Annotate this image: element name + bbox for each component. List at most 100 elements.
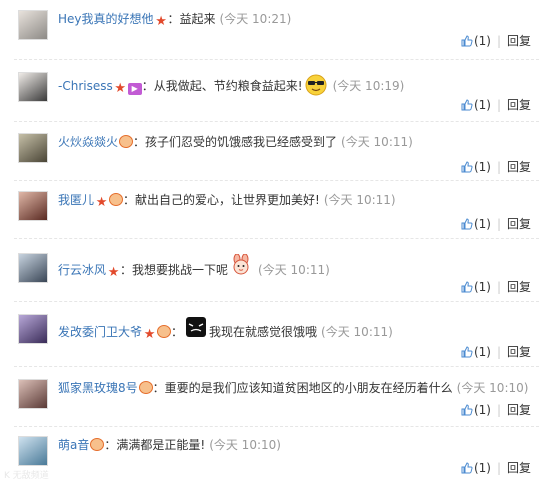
divider bbox=[14, 366, 539, 367]
username[interactable]: 狐家黑玫瑰8号 bbox=[58, 381, 138, 395]
like-button[interactable]: (1) bbox=[461, 217, 491, 231]
comment-actions: (1) | 回复 bbox=[461, 344, 531, 360]
thumbs-up-icon bbox=[461, 404, 473, 416]
thumbs-up-icon bbox=[461, 346, 473, 358]
like-button[interactable]: (1) bbox=[461, 345, 491, 359]
comment-list: Hey我真的好想他 ★：益起来 (今天 10:21) (1) | 回复 -Chrises… bbox=[0, 0, 553, 485]
avatar[interactable] bbox=[18, 314, 48, 344]
thumbs-up-icon bbox=[461, 462, 473, 474]
divider: | bbox=[496, 280, 501, 294]
level-badge-icon[interactable] bbox=[90, 438, 105, 451]
level-badge-icon[interactable] bbox=[138, 381, 153, 394]
comment-colon: ： bbox=[133, 135, 146, 149]
comment-actions: (1) | 回复 bbox=[461, 33, 531, 49]
username[interactable]: 发改委门卫大爷 bbox=[58, 325, 142, 339]
reply-button[interactable]: 回复 bbox=[507, 403, 531, 417]
comment-line: -Chrisess ★ ▶ ：从我做起、节约粮食益起来! (今天 10:19) bbox=[58, 74, 404, 96]
thumbs-up-icon bbox=[461, 161, 473, 173]
timestamp: (今天 10:11) bbox=[258, 263, 330, 277]
avatar[interactable] bbox=[18, 436, 48, 466]
divider bbox=[14, 180, 539, 181]
comment-colon: ： bbox=[120, 263, 133, 277]
comment-line: 行云冰风 ★：我想要挑战一下呢 (今天 10:11) bbox=[58, 254, 330, 279]
avatar[interactable] bbox=[18, 72, 48, 102]
like-count: (1) bbox=[473, 345, 491, 359]
star-badge-icon[interactable]: ★ bbox=[114, 82, 127, 95]
divider: | bbox=[496, 403, 501, 417]
timestamp: (今天 10:10) bbox=[456, 381, 529, 395]
timestamp: (今天 10:11) bbox=[341, 135, 413, 149]
reply-button[interactable]: 回复 bbox=[507, 461, 531, 475]
comment-text: 重要的是我们应该知道贫困地区的小朋友在经历着什么 bbox=[164, 381, 453, 395]
vip-badge-icon[interactable]: ▶ bbox=[127, 83, 142, 95]
divider: | bbox=[496, 34, 501, 48]
like-button[interactable]: (1) bbox=[461, 280, 491, 294]
comment-actions: (1) | 回复 bbox=[461, 216, 531, 232]
sunglasses-face-icon bbox=[305, 74, 327, 96]
like-count: (1) bbox=[473, 217, 491, 231]
comment-text: 我现在就感觉很饿哦 bbox=[209, 325, 318, 339]
like-button[interactable]: (1) bbox=[461, 34, 491, 48]
reply-button[interactable]: 回复 bbox=[507, 345, 531, 359]
watermark: K 无敌频道 bbox=[4, 471, 49, 481]
reply-button[interactable]: 回复 bbox=[507, 98, 531, 112]
level-badge-icon[interactable] bbox=[119, 135, 134, 148]
timestamp: (今天 10:19) bbox=[332, 79, 405, 93]
reply-button[interactable]: 回复 bbox=[507, 34, 531, 48]
like-count: (1) bbox=[473, 280, 491, 294]
star-badge-icon[interactable]: ★ bbox=[107, 266, 120, 279]
thumbs-up-icon bbox=[461, 281, 473, 293]
comment-colon: ： bbox=[167, 12, 180, 26]
like-count: (1) bbox=[473, 403, 491, 417]
comment-actions: (1) | 回复 bbox=[461, 402, 531, 418]
divider: | bbox=[496, 345, 501, 359]
level-badge-icon[interactable] bbox=[109, 193, 124, 206]
avatar[interactable] bbox=[18, 10, 48, 40]
star-badge-icon[interactable]: ★ bbox=[155, 15, 168, 28]
thumbs-up-icon bbox=[461, 218, 473, 230]
username[interactable]: Hey我真的好想他 bbox=[58, 12, 154, 26]
username[interactable]: -Chrisess bbox=[58, 79, 113, 93]
comment-actions: (1) | 回复 bbox=[461, 460, 531, 476]
like-button[interactable]: (1) bbox=[461, 98, 491, 112]
level-badge-icon[interactable] bbox=[157, 325, 172, 338]
comment-line: 狐家黑玫瑰8号 ：重要的是我们应该知道贫困地区的小朋友在经历着什么 (今天 10:1… bbox=[58, 379, 528, 397]
avatar[interactable] bbox=[18, 379, 48, 409]
comment-text: 我想要挑战一下呢 bbox=[132, 263, 229, 277]
thumbs-up-icon bbox=[461, 35, 473, 47]
comment-line: 萌a音 ：满满都是正能量! (今天 10:10) bbox=[58, 436, 281, 454]
reply-button[interactable]: 回复 bbox=[507, 280, 531, 294]
avatar[interactable] bbox=[18, 133, 48, 163]
divider: | bbox=[496, 461, 501, 475]
comment-colon: ： bbox=[123, 193, 136, 207]
divider bbox=[14, 59, 539, 60]
timestamp: (今天 10:21) bbox=[219, 12, 292, 26]
comment-colon: ： bbox=[104, 438, 117, 452]
black-cat-face-icon bbox=[186, 317, 207, 337]
timestamp: (今天 10:11) bbox=[321, 325, 393, 339]
comment-actions: (1) | 回复 bbox=[461, 159, 531, 175]
star-badge-icon[interactable]: ★ bbox=[143, 328, 156, 341]
username[interactable]: 行云冰风 bbox=[58, 263, 106, 277]
username[interactable]: 火炏焱燚火 bbox=[58, 135, 118, 149]
reply-button[interactable]: 回复 bbox=[507, 217, 531, 231]
comment-text: 献出自己的爱心，让世界更加美好! bbox=[135, 193, 320, 207]
divider bbox=[14, 121, 539, 122]
username[interactable]: 我匿儿 bbox=[58, 193, 94, 207]
like-button[interactable]: (1) bbox=[461, 160, 491, 174]
divider bbox=[14, 238, 539, 239]
avatar[interactable] bbox=[18, 191, 48, 221]
comment-colon: ： bbox=[152, 381, 165, 395]
username[interactable]: 萌a音 bbox=[58, 438, 89, 452]
comment-line: Hey我真的好想他 ★：益起来 (今天 10:21) bbox=[58, 10, 291, 28]
like-button[interactable]: (1) bbox=[461, 403, 491, 417]
star-badge-icon[interactable]: ★ bbox=[95, 196, 108, 209]
divider: | bbox=[496, 98, 501, 112]
avatar[interactable] bbox=[18, 253, 48, 283]
reply-button[interactable]: 回复 bbox=[507, 160, 531, 174]
comment-actions: (1) | 回复 bbox=[461, 279, 531, 295]
comment-colon: ： bbox=[171, 325, 184, 339]
rabbit-face-icon bbox=[233, 254, 249, 275]
like-button[interactable]: (1) bbox=[461, 461, 491, 475]
divider: | bbox=[496, 217, 501, 231]
